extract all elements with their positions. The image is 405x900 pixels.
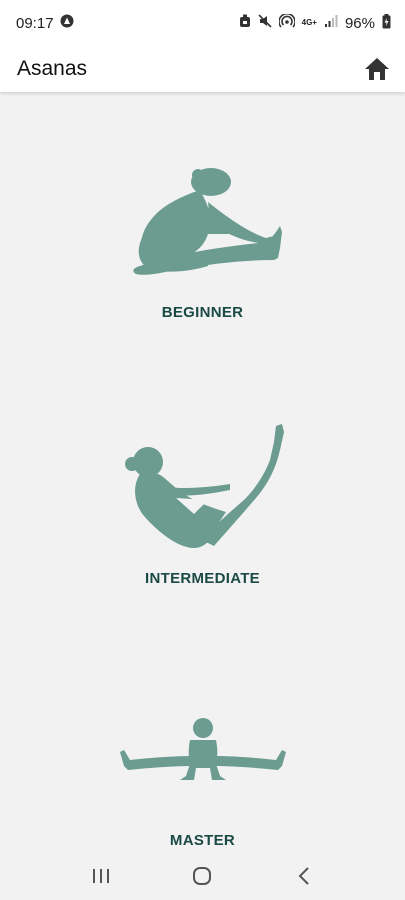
level-card-beginner[interactable]: BEGINNER: [0, 162, 405, 321]
side-split-pose-icon: [119, 718, 286, 780]
recent-apps-button[interactable]: [81, 856, 121, 896]
system-nav-bar: [0, 852, 405, 900]
level-card-master[interactable]: MASTER: [0, 712, 405, 849]
home-nav-button[interactable]: [182, 856, 222, 896]
status-right: 4G+ 96%: [239, 12, 391, 33]
status-time: 09:17: [16, 14, 54, 32]
network-type: 4G+: [301, 18, 317, 27]
battery-level: 96%: [344, 14, 375, 32]
level-label-beginner: BEGINNER: [161, 304, 244, 321]
seated-forward-bend-pose-icon: [132, 168, 282, 275]
status-left: 09:17: [16, 14, 74, 32]
back-button[interactable]: [284, 856, 324, 896]
app-bar: Asanas: [0, 46, 405, 92]
recent-apps-icon: [92, 869, 109, 883]
boat-pose-icon: [124, 424, 284, 548]
home-icon: [365, 58, 389, 80]
alarm-icon: [239, 14, 251, 32]
page-title: Asanas: [17, 57, 88, 80]
signal-icon: [324, 14, 338, 32]
battery-icon: [382, 13, 391, 33]
hotspot-icon: [277, 12, 296, 32]
level-card-intermediate[interactable]: INTERMEDIATE: [0, 420, 405, 587]
home-circle-icon: [193, 867, 212, 885]
status-bar: 09:17 4G+ 96%: [0, 0, 405, 46]
notification-icon: [60, 14, 74, 32]
home-button[interactable]: [363, 55, 391, 83]
level-label-intermediate: INTERMEDIATE: [145, 570, 260, 587]
back-icon: [298, 867, 309, 885]
level-label-master: MASTER: [169, 832, 236, 849]
mute-icon: [258, 14, 272, 32]
